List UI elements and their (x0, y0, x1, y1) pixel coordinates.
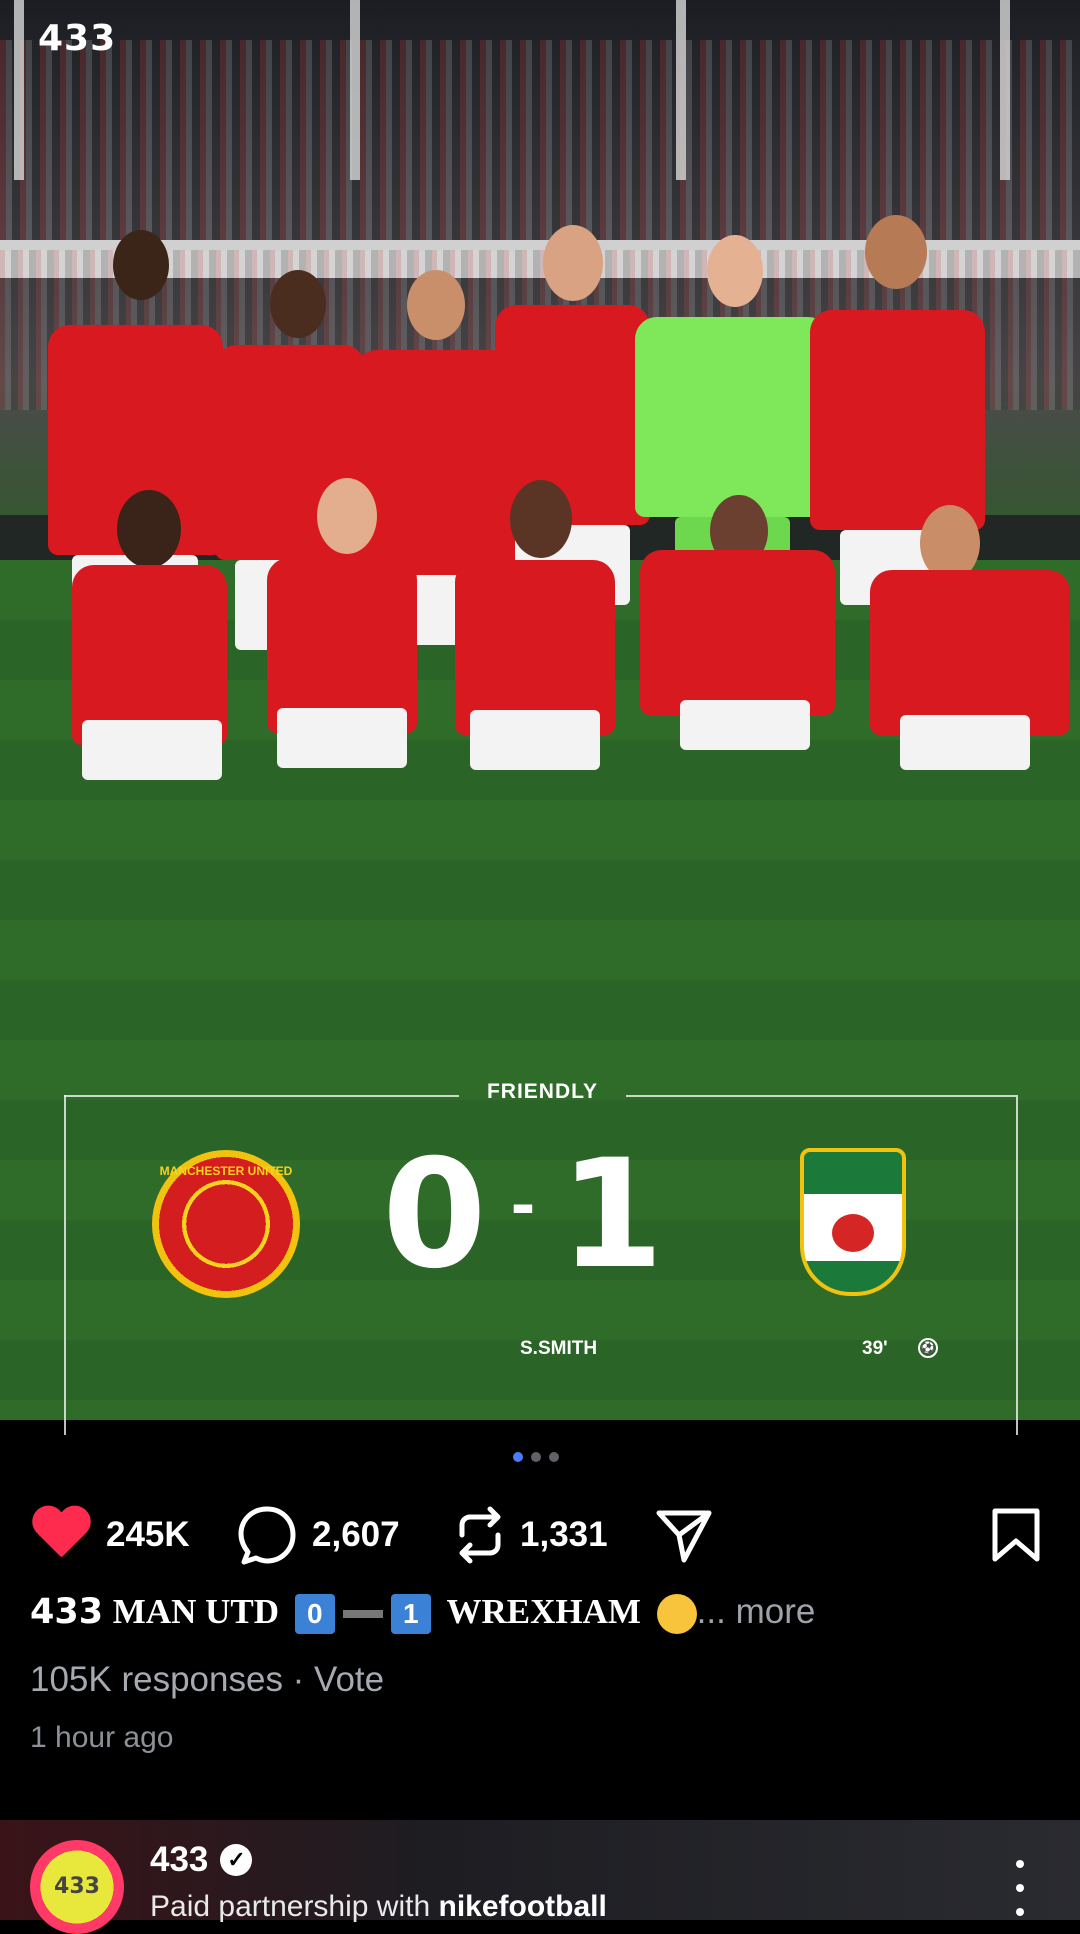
player-figure (232, 478, 432, 878)
stadium-stands (0, 40, 1080, 240)
like-count: 245K (106, 1515, 190, 1554)
share-button[interactable] (654, 1500, 714, 1570)
stand-pole (350, 0, 360, 180)
paid-partnership-label[interactable]: Paid partnership with nikefootball (150, 1890, 607, 1924)
send-icon (656, 1510, 712, 1563)
home-score: 0 (382, 1128, 491, 1302)
carousel-dot (531, 1452, 541, 1462)
player-figure (840, 505, 1080, 885)
carousel-dot (549, 1452, 559, 1462)
more-options-icon[interactable] (1015, 1860, 1025, 1916)
carousel-dot-active (513, 1452, 523, 1462)
repost-icon (459, 1506, 501, 1564)
comment-button[interactable]: 2,607 (236, 1500, 400, 1570)
flushed-face-icon (656, 1593, 697, 1634)
goal-minute: 39' (862, 1338, 888, 1359)
dash-bar (342, 1609, 383, 1618)
account-name[interactable]: 433 ✓ (150, 1840, 253, 1880)
score-card-border (626, 1095, 1016, 1097)
score-separator: - (510, 1171, 540, 1241)
post-actions: 245K 2,607 1,331 (30, 1500, 1050, 1570)
repost-button[interactable]: 1,331 (454, 1500, 608, 1570)
partnership-prefix: Paid partnership with (150, 1890, 439, 1923)
away-score: 1 (559, 1128, 668, 1302)
player-figure (640, 495, 840, 875)
match-type-label: FRIENDLY (486, 1080, 599, 1103)
wrexham-crest (800, 1148, 906, 1296)
heart-icon (30, 1507, 92, 1563)
comment-icon (238, 1506, 296, 1565)
caption-away-team: WREXHAM (446, 1592, 641, 1631)
post-timestamp: 1 hour ago (30, 1721, 174, 1754)
manchester-united-crest: MANCHESTER UNITED (152, 1150, 300, 1298)
goal-scorer: S.SMITH (520, 1338, 598, 1359)
verified-badge-icon: ✓ (220, 1844, 253, 1876)
avatar-text: 433 (54, 1874, 100, 1899)
football-icon: ⚽ (918, 1338, 938, 1358)
save-button[interactable] (990, 1500, 1042, 1570)
carousel-indicator (513, 1452, 559, 1462)
stand-pole (1000, 0, 1010, 180)
poll-responses[interactable]: 105K responses · Vote (30, 1660, 384, 1700)
player-figure (22, 490, 252, 890)
bookmark-icon (992, 1508, 1040, 1562)
stand-pole (676, 0, 686, 180)
score-card-border (64, 1095, 459, 1097)
stand-pole (14, 0, 24, 180)
player-figure (425, 480, 640, 880)
crest-text: MANCHESTER UNITED (159, 1164, 293, 1178)
post-caption[interactable]: 433 MAN UTD 0 1 WREXHAM ... more (30, 1592, 815, 1634)
home-score-badge: 0 (294, 1593, 335, 1634)
partner-name[interactable]: nikefootball (439, 1890, 607, 1923)
match-score: 0-1 (355, 1140, 695, 1290)
caption-brand: 433 (30, 1592, 104, 1632)
brand-logo: 433 (38, 18, 117, 59)
account-name-text: 433 (150, 1840, 209, 1879)
repost-count: 1,331 (520, 1515, 608, 1554)
caption-home-team: MAN UTD (112, 1592, 280, 1631)
comment-count: 2,607 (312, 1515, 400, 1554)
away-score-badge: 1 (390, 1593, 431, 1634)
more-link[interactable]: ... more (697, 1592, 816, 1631)
dragon-emblem (832, 1214, 874, 1252)
like-button[interactable]: 245K (30, 1500, 190, 1570)
